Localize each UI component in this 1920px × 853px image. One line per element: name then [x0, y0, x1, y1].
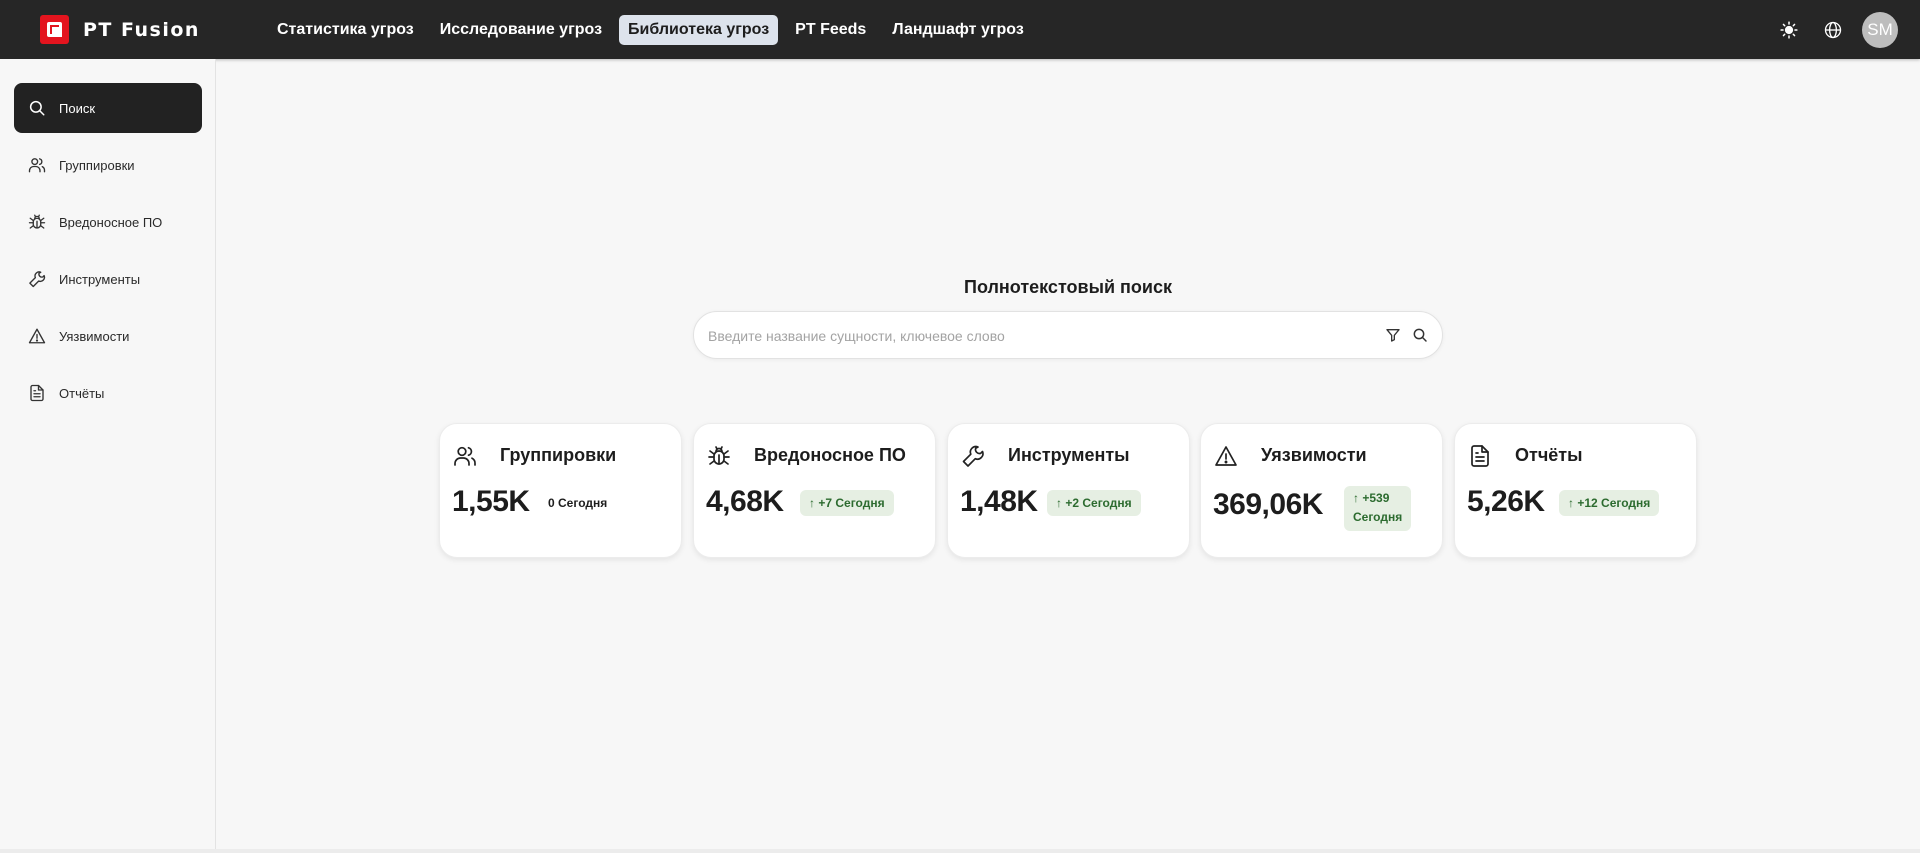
- card-value: 4,68K: [706, 485, 784, 518]
- bug-icon: [707, 444, 731, 473]
- app-name: PT Fusion: [83, 18, 200, 41]
- bottom-divider: [0, 849, 1920, 853]
- wrench-icon: [29, 271, 46, 288]
- main-nav: Статистика угроз Исследование угроз Библ…: [268, 15, 1033, 45]
- stat-card-vulnerabilities[interactable]: Уязвимости 369,06K ↑ +539 Сегодня: [1200, 423, 1443, 558]
- sidebar-item-label: Инструменты: [59, 271, 141, 287]
- pt-logo-icon: [40, 15, 69, 44]
- users-icon: [453, 444, 477, 473]
- stat-card-tools[interactable]: Инструменты 1,48K ↑ +2 Сегодня: [947, 423, 1190, 558]
- card-value: 5,26K: [1467, 485, 1545, 518]
- card-title: Инструменты: [1008, 445, 1130, 465]
- search-icon: [29, 100, 45, 116]
- top-bar: PT Fusion Статистика угроз Исследование …: [0, 0, 1920, 59]
- document-icon: [30, 384, 44, 402]
- filter-icon[interactable]: [1385, 327, 1401, 348]
- badge-line-today: Сегодня: [1353, 510, 1403, 524]
- search-box: [693, 311, 1443, 359]
- nav-item-threat-statistics[interactable]: Статистика угроз: [268, 15, 423, 45]
- app-logo[interactable]: PT Fusion: [40, 15, 200, 44]
- today-badge: ↑ +539 Сегодня: [1344, 486, 1412, 531]
- bug-icon: [28, 214, 46, 229]
- warning-icon: [1214, 444, 1238, 473]
- sidebar-item-malware[interactable]: Вредоносное ПО: [14, 197, 202, 247]
- card-value: 1,55K: [452, 485, 530, 518]
- nav-item-pt-feeds[interactable]: PT Feeds: [786, 15, 875, 45]
- today-badge: 0 Сегодня: [548, 496, 608, 510]
- stat-card-groups[interactable]: Группировки 1,55K 0 Сегодня: [439, 423, 682, 558]
- card-value: 1,48K: [960, 485, 1038, 518]
- sidebar-item-tools[interactable]: Инструменты: [14, 254, 202, 304]
- card-value: 369,06K: [1213, 488, 1323, 521]
- sun-icon[interactable]: [1772, 13, 1806, 47]
- warning-icon: [28, 328, 46, 344]
- sidebar-item-label: Отчёты: [59, 385, 105, 401]
- sidebar-item-reports[interactable]: Отчёты: [14, 368, 202, 418]
- avatar[interactable]: SM: [1862, 12, 1898, 48]
- sidebar: Поиск Группировки Вредоносное ПО Инструм…: [0, 59, 216, 853]
- nav-item-threat-landscape[interactable]: Ландшафт угроз: [883, 15, 1033, 45]
- sidebar-item-vulnerabilities[interactable]: Уязвимости: [14, 311, 202, 361]
- sidebar-item-label: Поиск: [59, 100, 96, 116]
- nav-item-threat-research[interactable]: Исследование угроз: [431, 15, 611, 45]
- badge-line-count: ↑ +539: [1353, 491, 1390, 505]
- today-badge: ↑ +7 Сегодня: [800, 490, 894, 516]
- card-title: Уязвимости: [1261, 445, 1367, 465]
- today-badge: ↑ +2 Сегодня: [1047, 490, 1141, 516]
- today-badge: ↑ +12 Сегодня: [1559, 490, 1660, 516]
- nav-item-threat-library[interactable]: Библиотека угроз: [619, 15, 779, 45]
- search-title: Полнотекстовый поиск: [964, 277, 1172, 297]
- wrench-icon: [961, 444, 985, 473]
- sidebar-item-label: Вредоносное ПО: [59, 214, 163, 230]
- search-input[interactable]: [708, 324, 1348, 348]
- sidebar-item-label: Уязвимости: [59, 328, 130, 344]
- search-icon[interactable]: [1412, 327, 1428, 348]
- card-title: Группировки: [500, 445, 617, 465]
- sidebar-item-groups[interactable]: Группировки: [14, 140, 202, 190]
- card-title: Вредоносное ПО: [754, 445, 906, 465]
- users-icon: [28, 158, 46, 173]
- stat-card-malware[interactable]: Вредоносное ПО 4,68K ↑ +7 Сегодня: [693, 423, 936, 558]
- sidebar-item-search[interactable]: Поиск: [14, 83, 202, 133]
- card-title: Отчёты: [1515, 445, 1583, 465]
- globe-icon[interactable]: [1816, 13, 1850, 47]
- sidebar-item-label: Группировки: [59, 157, 135, 173]
- document-icon: [1468, 444, 1492, 473]
- stat-card-reports[interactable]: Отчёты 5,26K ↑ +12 Сегодня: [1454, 423, 1697, 558]
